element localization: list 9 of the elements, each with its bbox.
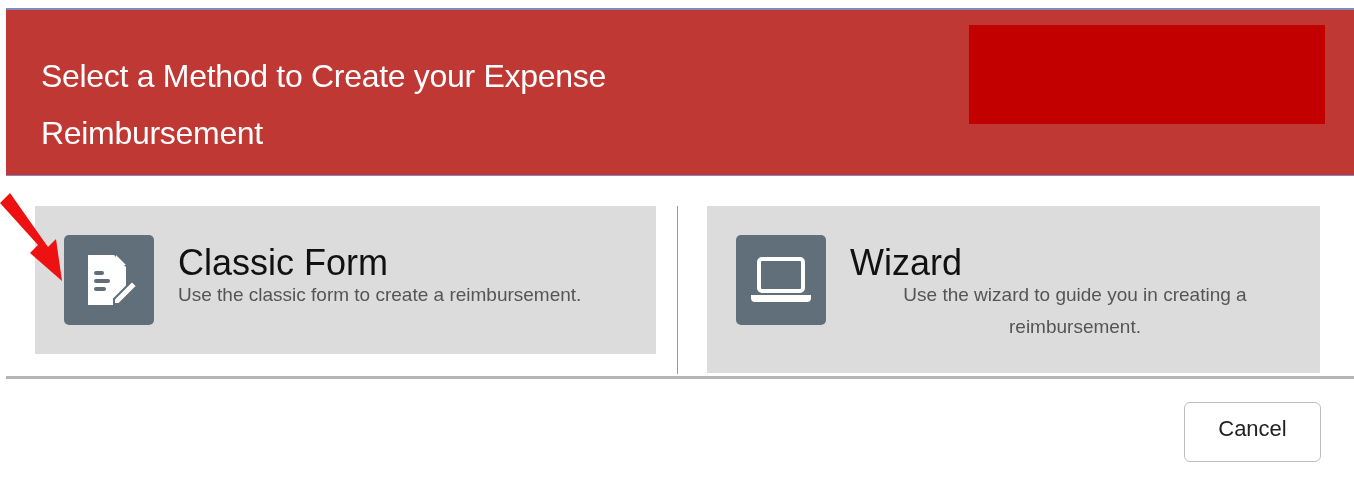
cancel-button[interactable]: Cancel — [1184, 402, 1321, 462]
card-title: Wizard — [850, 241, 963, 285]
card-title: Classic Form — [178, 241, 389, 285]
method-card[interactable]: Wizard Use the wizard to guide you in creating a reimbursement. — [707, 206, 1320, 373]
card-description: Use the classic form to create a reimbursement. — [178, 283, 583, 307]
laptop-icon — [751, 255, 811, 305]
card-description: Use the wizard to guide you in creating a reimbursement. — [902, 283, 1248, 339]
method-card[interactable]: Classic Form Use the classic form to create a reimbursement. — [35, 206, 656, 354]
dialog-title: Select a Method to Create your Expense Reimbursement — [41, 57, 607, 153]
